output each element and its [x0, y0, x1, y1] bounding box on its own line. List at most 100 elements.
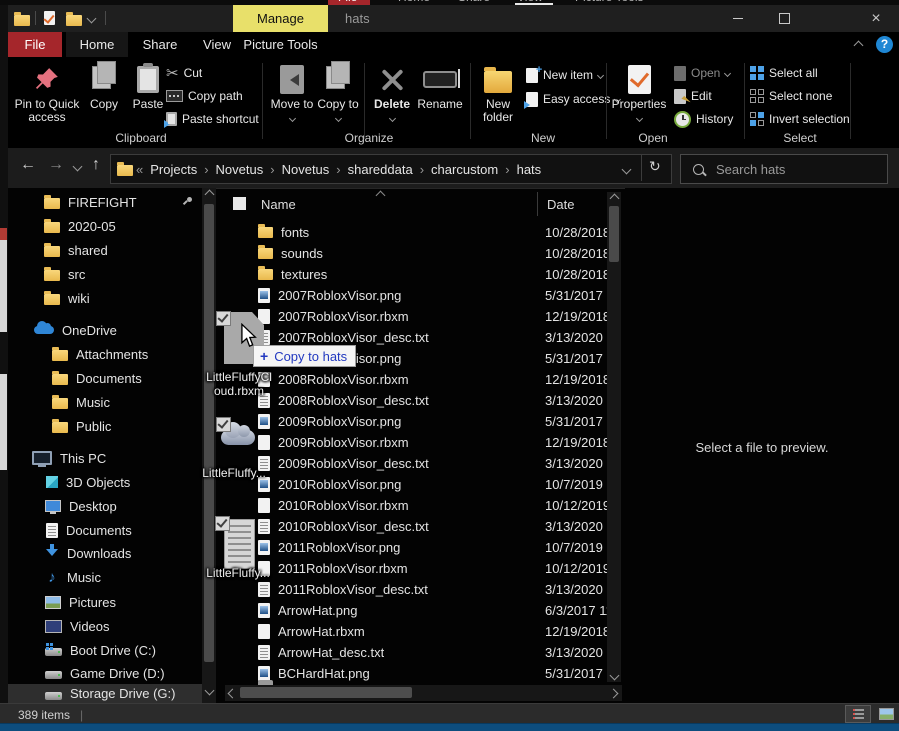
scroll-right-icon[interactable] [609, 689, 619, 699]
quick-access-dropdown-icon[interactable] [87, 14, 97, 24]
quick-access-properties-icon[interactable] [44, 11, 55, 25]
quick-access-new-folder-icon[interactable] [66, 15, 82, 26]
file-row[interactable]: 2007RobloxVisor.png5/31/2017 7 [225, 285, 607, 306]
sidebar-item-2020-05[interactable]: 2020-05 [8, 214, 204, 238]
copy-to-button[interactable]: Copy to [316, 60, 360, 124]
file-row[interactable]: 2008RobloxVisor_desc.txt3/13/2020 8 [225, 390, 607, 411]
new-folder-button[interactable]: New folder [474, 60, 522, 124]
file-row[interactable]: ArrowHat.rbxm12/19/2018 [225, 621, 607, 642]
select-all-button[interactable]: Select all [750, 63, 818, 83]
sidebar-item-game-drive[interactable]: Game Drive (D:) [8, 661, 204, 685]
cut-button[interactable]: ✂ Cut [166, 63, 202, 83]
address-dropdown-icon[interactable] [622, 165, 632, 175]
search-input[interactable] [714, 161, 868, 178]
file-row[interactable]: textures10/28/2018 [225, 264, 607, 285]
file-row[interactable]: 2011RobloxVisor_desc.txt3/13/2020 8 [225, 579, 607, 600]
manage-context-tab[interactable]: Manage [233, 5, 328, 32]
copy-path-button[interactable]: Copy path [166, 86, 243, 106]
breadcrumb-shareddata[interactable]: shareddata [344, 162, 417, 177]
help-button[interactable]: ? [876, 36, 893, 53]
invert-selection-button[interactable]: Invert selection [750, 109, 850, 129]
sidebar-item-documents[interactable]: Documents [8, 518, 204, 542]
delete-button[interactable]: Delete [370, 60, 414, 124]
close-button[interactable]: × [853, 5, 899, 32]
details-view-button[interactable] [846, 706, 870, 722]
file-row[interactable]: 2010RobloxVisor.png10/7/2019 3 [225, 474, 607, 495]
file-row[interactable]: 2011RobloxVisor.rbxm10/12/2019 [225, 558, 607, 579]
breadcrumb-hats[interactable]: hats [513, 162, 546, 177]
scroll-left-icon[interactable] [228, 689, 238, 699]
search-box[interactable] [680, 154, 888, 184]
sidebar-item-shared[interactable]: shared [8, 238, 204, 262]
thumbnail-view-button[interactable] [874, 706, 898, 722]
file-list-scrollbar[interactable] [607, 192, 621, 682]
sidebar-item-onedrive-music[interactable]: Music [8, 390, 204, 414]
file-row[interactable]: 2007RobloxVisor.rbxm12/19/2018 [225, 306, 607, 327]
copy-button[interactable]: Copy [84, 60, 124, 111]
file-row[interactable]: 2010RobloxVisor.rbxm10/12/2019 [225, 495, 607, 516]
sidebar-item-boot-drive[interactable]: Boot Drive (C:) [8, 638, 204, 662]
edit-button[interactable]: Edit [674, 86, 712, 106]
properties-button[interactable]: Properties [610, 60, 668, 124]
refresh-icon[interactable]: ↻ [649, 158, 661, 175]
file-row[interactable]: 2011RobloxVisor.png10/7/2019 3 [225, 537, 607, 558]
sidebar-scrollbar[interactable] [202, 188, 216, 703]
file-row[interactable]: 2008RobloxVisor.rbxm12/19/2018 [225, 369, 607, 390]
breadcrumb-charcustom[interactable]: charcustom [427, 162, 502, 177]
breadcrumb-projects[interactable]: Projects [146, 162, 201, 177]
file-row[interactable]: 2009RobloxVisor_desc.txt3/13/2020 8 [225, 453, 607, 474]
paste-button[interactable]: Paste [126, 60, 170, 111]
sidebar-item-3d-objects[interactable]: 3D Objects [8, 470, 204, 494]
tab-share[interactable]: Share [128, 32, 192, 57]
address-bar[interactable]: « Projects › Novetus › Novetus › sharedd… [110, 154, 672, 184]
select-all-checkbox[interactable] [233, 197, 246, 210]
quick-access-folder-icon[interactable] [14, 15, 30, 26]
sidebar-item-downloads[interactable]: Downloads [8, 541, 204, 565]
sidebar-item-firefight[interactable]: FIREFIGHT [8, 190, 204, 214]
tab-file[interactable]: File [8, 32, 62, 57]
horizontal-scrollbar[interactable] [225, 685, 622, 701]
file-row[interactable]: 2010RobloxVisor_desc.txt3/13/2020 8 [225, 516, 607, 537]
column-header-name[interactable]: Name [261, 197, 296, 212]
history-button[interactable]: History [674, 109, 733, 129]
sidebar-item-onedrive[interactable]: OneDrive [8, 318, 204, 342]
recent-locations-dropdown-icon[interactable] [73, 162, 83, 172]
file-row[interactable]: fonts10/28/2018 [225, 222, 607, 243]
new-item-button[interactable]: + New item [526, 65, 603, 85]
open-button[interactable]: Open [674, 63, 730, 83]
sidebar-item-src[interactable]: src [8, 262, 204, 286]
sidebar-item-videos[interactable]: Videos [8, 614, 204, 638]
scroll-up-icon[interactable] [607, 192, 621, 205]
collapse-ribbon-button[interactable] [848, 38, 868, 52]
up-button[interactable]: ↑ [92, 156, 100, 174]
sidebar-item-onedrive-documents[interactable]: Documents [8, 366, 204, 390]
file-row[interactable]: ArrowHat.png6/3/2017 11 [225, 600, 607, 621]
sidebar-item-attachments[interactable]: Attachments [8, 342, 204, 366]
move-to-button[interactable]: Move to [270, 60, 314, 124]
file-row[interactable]: BCHardHat.png5/31/2017 7 [225, 663, 607, 684]
back-button[interactable]: ← [20, 156, 36, 174]
select-none-button[interactable]: Select none [750, 86, 832, 106]
sidebar-item-wiki[interactable]: wiki [8, 286, 204, 310]
minimize-button[interactable] [715, 5, 761, 32]
scroll-up-icon[interactable] [202, 188, 216, 201]
tab-picture-tools[interactable]: Picture Tools [233, 32, 328, 57]
forward-button[interactable]: → [48, 156, 64, 174]
file-list-scrollbar-thumb[interactable] [609, 206, 619, 262]
breadcrumb-novetus-1[interactable]: Novetus [212, 162, 268, 177]
pin-to-quick-access-button[interactable]: Pin to Quick access [12, 60, 82, 124]
tab-home[interactable]: Home [66, 32, 128, 57]
scroll-down-icon[interactable] [607, 669, 621, 682]
address-overflow-glyph[interactable]: « [133, 162, 146, 177]
sidebar-item-pictures[interactable]: Pictures [8, 590, 204, 614]
sidebar-item-desktop[interactable]: Desktop [8, 494, 204, 518]
paste-shortcut-button[interactable]: Paste shortcut [166, 109, 259, 129]
column-header-date[interactable]: Date [547, 197, 574, 212]
file-row[interactable]: ArrowHat_desc.txt3/13/2020 8 [225, 642, 607, 663]
rename-button[interactable]: Rename [414, 60, 466, 111]
sidebar-item-public[interactable]: Public [8, 414, 204, 438]
file-row[interactable]: sounds10/28/2018 [225, 243, 607, 264]
file-row[interactable]: 2009RobloxVisor.rbxm12/19/2018 [225, 432, 607, 453]
sidebar-item-this-pc[interactable]: This PC [8, 446, 204, 470]
column-divider[interactable] [537, 192, 538, 216]
